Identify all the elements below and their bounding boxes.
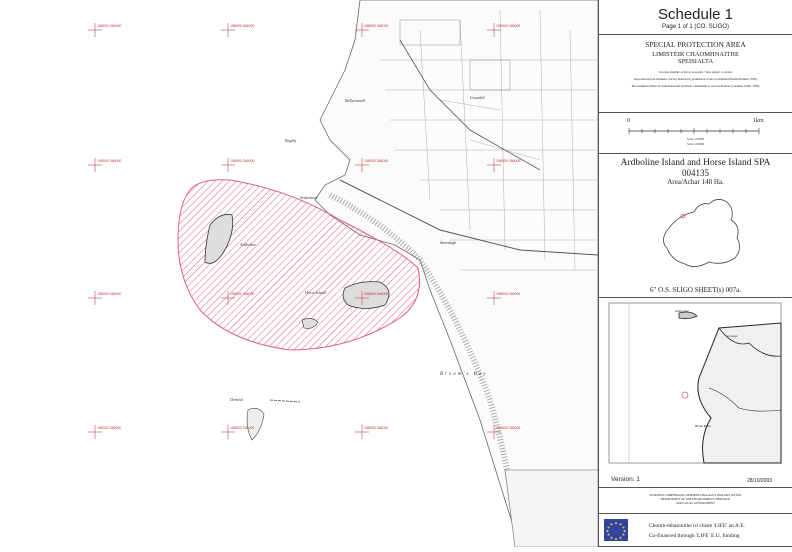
scale-english: Scale 1:25000 bbox=[686, 137, 705, 141]
sheet-reference: 6" O.S. SLIGO SHEET(s) 007a. bbox=[650, 286, 741, 294]
grid-label: 158000 346000 bbox=[364, 159, 389, 163]
legend-panel: Schedule 1 Page 1 of 1 (CO. SLIGO) SPECI… bbox=[598, 0, 792, 547]
funding-english: Co-financed through 'LIFE' E.U. funding bbox=[649, 533, 740, 539]
grid-label: 158000 346000 bbox=[230, 159, 255, 163]
inset-map bbox=[608, 302, 782, 464]
eu-flag-icon bbox=[604, 519, 628, 541]
designation-note-2: Reproduced from Ordnance Survey material… bbox=[634, 77, 757, 81]
grid-label: 158000 346000 bbox=[97, 292, 122, 296]
grid-label: 158000 346000 bbox=[230, 292, 255, 296]
schedule-header: Schedule 1 Page 1 of 1 (CO. SLIGO) bbox=[599, 0, 792, 34]
os-map bbox=[88, 0, 599, 548]
grid-label: 158000 346000 bbox=[364, 292, 389, 296]
department-line-3: AND LOCAL GOVERNMENT bbox=[676, 501, 715, 505]
label-dernish: Dernish bbox=[230, 397, 243, 402]
label-streedagh: Streedagh bbox=[440, 240, 457, 245]
inset-label-grange: Grange bbox=[727, 334, 738, 338]
inset-label-ardboline: Ardboline bbox=[675, 309, 689, 313]
designation-english: SPECIAL PROTECTION AREA bbox=[645, 40, 746, 49]
scale-block: 0 1km Scale 1:25000 Scála 1:25000 bbox=[599, 112, 792, 154]
grid-label: 158000 346000 bbox=[496, 426, 521, 430]
label-brooms-bay: Broom's Bay bbox=[440, 372, 488, 377]
grid-label: 158000 346000 bbox=[230, 24, 255, 28]
scale-right-label: 1km bbox=[753, 118, 764, 124]
site-code: 004135 bbox=[682, 168, 709, 178]
designation-irish-2: SPEISIALTA bbox=[677, 58, 714, 65]
label-ardtermon: Ardtermon bbox=[300, 195, 318, 200]
inset-map-block: Ardboline Grange Black Rock Version: 1 2… bbox=[599, 297, 792, 488]
label-ballyconnell: Ballyconnell bbox=[345, 98, 366, 103]
designation-note-1: Teorainn shínithe a chur ar an eastáit /… bbox=[658, 70, 733, 74]
dernish-rocks bbox=[246, 407, 265, 441]
grid-label: 158000 346000 bbox=[364, 24, 389, 28]
site-area: Area/Achar 148 Ha. bbox=[667, 178, 724, 186]
designation-note-3: Macasamhail d'ábhar na Suirbhéireachta O… bbox=[631, 84, 760, 88]
label-ardboline: Ardboline bbox=[240, 242, 256, 247]
site-name: Ardboline Island and Horse Island SPA bbox=[620, 158, 771, 168]
grid-label: 158000 346000 bbox=[364, 426, 389, 430]
scale-left-label: 0 bbox=[627, 118, 630, 124]
inset-label-black-rock: Black Rock bbox=[695, 424, 711, 428]
grid-label: 158000 346000 bbox=[230, 426, 255, 430]
designation-block: SPECIAL PROTECTION AREA LIMISTÉIR CHAOMH… bbox=[599, 34, 792, 113]
site-block: Ardboline Island and Horse Island SPA 00… bbox=[599, 153, 792, 294]
ireland-locator-map bbox=[663, 199, 740, 267]
funding-irish: Chomh-mhaoinithe trí chiste 'LIFE' an A.… bbox=[649, 523, 745, 529]
department-block: AN ROINN COMHSHAOIL, OIDHREACHTA AGUS RI… bbox=[599, 487, 792, 514]
grid-label: 158000 346000 bbox=[496, 159, 521, 163]
grid-label: 158000 346000 bbox=[97, 24, 122, 28]
label-raghly: Raghly bbox=[285, 138, 297, 143]
map-area[interactable]: Ardboline Horse Island Broom's Bay Derni… bbox=[0, 0, 599, 548]
designation-irish-1: LIMISTÉIR CHAOMHNAITHE bbox=[652, 51, 739, 58]
schedule-page: Page 1 of 1 (CO. SLIGO) bbox=[661, 24, 730, 30]
grid-label: 158000 346000 bbox=[97, 159, 122, 163]
label-lissadell: Lissadell bbox=[470, 95, 485, 100]
date-label: 28/10/2003 bbox=[747, 478, 773, 484]
label-horse-island: Horse Island bbox=[305, 290, 326, 295]
schedule-title: Schedule 1 bbox=[657, 6, 734, 23]
grid-label: 158000 346000 bbox=[97, 426, 122, 430]
funding-block: Chomh-mhaoinithe trí chiste 'LIFE' an A.… bbox=[599, 513, 792, 547]
grid-label: 158000 346000 bbox=[496, 24, 521, 28]
grid-label: 158000 346000 bbox=[496, 292, 521, 296]
scale-irish: Scála 1:25000 bbox=[686, 142, 705, 146]
version-label: Version: 1 bbox=[611, 476, 640, 483]
